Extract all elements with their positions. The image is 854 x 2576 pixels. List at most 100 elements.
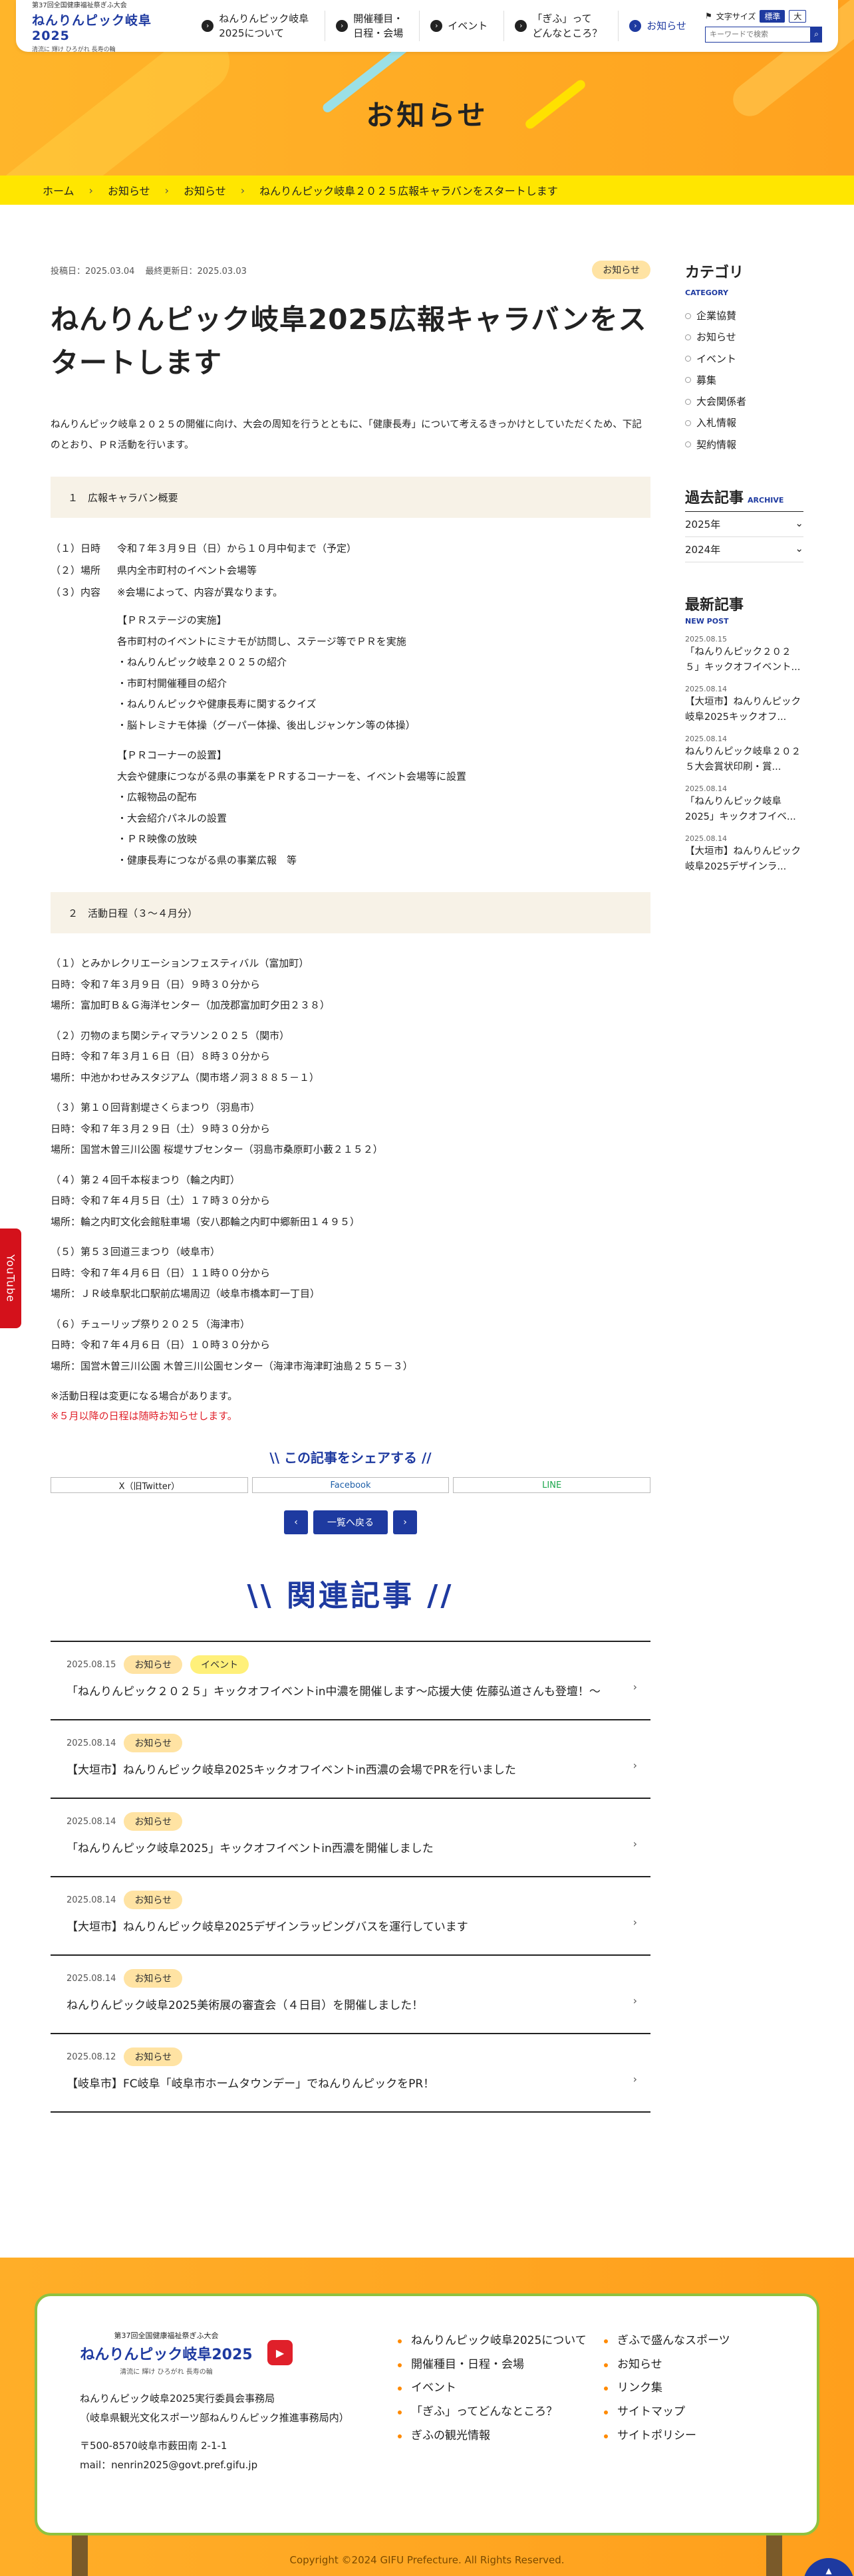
related-item[interactable]: 2025.08.14 お知らせ 【大垣市】ねんりんピック岐阜2025デザインラッピ… [51, 1877, 650, 1956]
youtube-side-tab[interactable]: YouTube [0, 1229, 21, 1328]
chevron-right-icon: › [633, 1916, 637, 1929]
category-badge[interactable]: お知らせ [592, 261, 650, 279]
footer-link[interactable]: サイトポリシー [604, 2424, 777, 2448]
prev-article-button[interactable]: ‹ [284, 1510, 308, 1535]
latest-item[interactable]: 2025.08.14 【大垣市】ねんりんピック岐阜2025キックオフ... [685, 685, 803, 725]
footer-nav-1: ねんりんピック岐阜2025について 開催種目・日程・会場 イベント 「ぎふ」って… [398, 2329, 597, 2533]
related-list: 2025.08.15 お知らせ イベント 「ねんりんピック２０２５」キックオフイベン… [51, 1641, 650, 2113]
category-item[interactable]: 大会関係者 [685, 391, 803, 412]
schedule-item: （５）第５３回道三まつり（岐阜市） 日時：令和７年４月６日（日）１１時００分から場… [51, 1242, 650, 1305]
category-badge: イベント [190, 1655, 249, 1675]
latest-date: 2025.08.14 [685, 734, 727, 743]
nav-label: ねんりんピック岐阜 [219, 12, 309, 25]
related-date: 2025.08.15 [67, 1659, 116, 1670]
category-item[interactable]: イベント [685, 348, 803, 370]
block-line: ・市町村開催種目の紹介 [117, 677, 227, 689]
schedule-name: （５）第５３回道三まつり（岐阜市） [51, 1246, 221, 1258]
chevron-right-icon: › [633, 1837, 637, 1851]
category-item[interactable]: 入札情報 [685, 412, 803, 433]
nav-about[interactable]: › ねんりんピック岐阜 2025について [191, 11, 319, 41]
nav-events-schedule[interactable]: › 開催種目・ 日程・会場 [325, 11, 414, 41]
schedule-name: （４）第２４回千本桜まつり（輪之内町） [51, 1173, 241, 1186]
schedule-date: 日時：令和７年３月２９日（土）９時３０分から [51, 1122, 271, 1135]
footer-link[interactable]: ねんりんピック岐阜2025について [398, 2329, 597, 2353]
nav-gifu[interactable]: › 「ぎふ」って どんなところ？ [503, 11, 613, 41]
font-standard-button[interactable]: 標準 [760, 9, 785, 23]
block-line: 大会や健康につながる県の事業をＰＲするコーナーを、イベント会場等に設置 [117, 770, 467, 782]
flag-icon: ⚑ [705, 11, 712, 21]
breadcrumb-item[interactable]: お知らせ [108, 182, 150, 198]
site-logo[interactable]: 第37回全国健康福祉祭ぎふ大会 ねんりんピック岐阜2025 清流に 輝け ひろが… [32, 2, 165, 53]
share-facebook-label: Facebook [330, 1480, 371, 1490]
latest-item[interactable]: 2025.08.14 「ねんりんピック岐阜2025」キックオフイベ... [685, 784, 803, 825]
next-article-button[interactable]: › [393, 1510, 417, 1535]
youtube-icon[interactable]: ▶ [267, 2340, 293, 2365]
share-x-button[interactable]: X（旧Twitter） [51, 1477, 248, 1494]
header-tools: ⚑ 文字サイズ 標準 大 ⌕ [705, 9, 822, 43]
footer-link[interactable]: 開催種目・日程・会場 [398, 2353, 597, 2377]
related-item[interactable]: 2025.08.14 お知らせ ねんりんピック岐阜2025美術展の審査会（４日目）… [51, 1956, 650, 2035]
schedule-name: （２）刃物のまち関シティマラソン２０２５（関市） [51, 1029, 290, 1042]
category-item[interactable]: 企業協賛 [685, 305, 803, 326]
related-item[interactable]: 2025.08.12 お知らせ 【岐阜市】FC岐阜「岐阜市ホームタウンデー」でねん… [51, 2034, 650, 2113]
share-line-button[interactable]: LINE [453, 1477, 651, 1494]
related-item[interactable]: 2025.08.14 お知らせ 【大垣市】ねんりんピック岐阜2025キックオフイベ… [51, 1720, 650, 1800]
font-large-button[interactable]: 大 [789, 9, 807, 23]
article-title: ねんりんピック岐阜2025広報キャラバンをスタートします [51, 303, 647, 380]
share-facebook-button[interactable]: Facebook [251, 1477, 450, 1494]
latest-title: ねんりんピック岐阜２０２５大会賞状印刷・賞... [685, 746, 801, 772]
footer-link[interactable]: リンク集 [604, 2377, 777, 2400]
nav-label: どんなところ？ [532, 27, 603, 39]
archive-year-toggle[interactable]: 2024年 ⌄ [685, 537, 803, 562]
breadcrumb-separator: › [164, 183, 170, 197]
latest-title: 【大垣市】ねんりんピック岐阜2025キックオフ... [685, 696, 801, 723]
schedule-place: 場所：輪之内町文化会館駐車場（安八郡輪之内町中郷新田１４９５） [51, 1215, 360, 1228]
nav-news[interactable]: › お知らせ [618, 11, 697, 41]
share-buttons: X（旧Twitter） Facebook LINE [51, 1477, 651, 1494]
breadcrumb-item[interactable]: お知らせ [184, 182, 226, 198]
logo-slogan: 清流に 輝け ひろがれ 長寿の輪 [120, 2368, 213, 2376]
archive-year-toggle[interactable]: 2025年 ⌄ [685, 512, 803, 537]
category-label: 募集 [696, 374, 717, 386]
category-badge: お知らせ [124, 1655, 183, 1675]
nav-event[interactable]: › イベント [419, 11, 498, 41]
search-input[interactable] [705, 26, 811, 43]
footer-link[interactable]: お知らせ [604, 2353, 777, 2377]
schedule-name: （３）第１０回背割堤さくらまつり（羽島市） [51, 1102, 261, 1114]
footer-link[interactable]: ぎふで盛んなスポーツ [604, 2329, 777, 2353]
overview-row: （３）内容 ※会場によって、内容が異なります。 [51, 582, 650, 604]
footer-card: 第37回全国健康福祉祭ぎふ大会 ねんりんピック岐阜2025 清流に 輝け ひろが… [35, 2293, 819, 2535]
footer-link[interactable]: 「ぎふ」ってどんなところ？ [398, 2400, 597, 2424]
latest-item[interactable]: 2025.08.14 【大垣市】ねんりんピック岐阜2025デザインラ... [685, 834, 803, 875]
footer-link[interactable]: イベント [398, 2377, 597, 2400]
chevron-right-icon: › [633, 1681, 637, 1694]
related-title: ねんりんピック岐阜2025美術展の審査会（４日目）を開催しました！ [67, 1999, 424, 2013]
arrow-icon: › [336, 20, 349, 32]
breadcrumb-home[interactable]: ホーム [43, 182, 74, 198]
related-date: 2025.08.14 [67, 1816, 116, 1827]
org-dept: （岐阜県観光文化スポーツ部ねんりんピック推進事務局内） [80, 2411, 349, 2424]
logo-subtitle: 第37回全国健康福祉祭ぎふ大会 [114, 2331, 219, 2340]
archive-list: 2025年 ⌄ 2024年 ⌄ [685, 511, 803, 562]
category-item[interactable]: お知らせ [685, 326, 803, 348]
footer-link[interactable]: サイトマップ [604, 2400, 777, 2424]
related-item[interactable]: 2025.08.15 お知らせ イベント 「ねんりんピック２０２５」キックオフイベン… [51, 1642, 650, 1721]
site-footer: 第37回全国健康福祉祭ぎふ大会 ねんりんピック岐阜2025 清流に 輝け ひろが… [0, 2258, 854, 2576]
back-to-list-button[interactable]: 一覧へ戻る [313, 1510, 388, 1535]
share-line-label: LINE [542, 1480, 562, 1490]
latest-item[interactable]: 2025.08.15 「ねんりんピック２０２５」キックオフイベント... [685, 635, 803, 675]
footer-link[interactable]: ぎふの観光情報 [398, 2424, 597, 2448]
posted-date: 投稿日：2025.03.04 [51, 266, 135, 277]
footer-logo[interactable]: 第37回全国健康福祉祭ぎふ大会 ねんりんピック岐阜2025 清流に 輝け ひろが… [80, 2329, 253, 2376]
logo-title: ねんりんピック岐阜2025 [80, 2346, 253, 2363]
related-item[interactable]: 2025.08.14 お知らせ 「ねんりんピック岐阜2025」キックオフイベントi… [51, 1799, 650, 1878]
category-item[interactable]: 契約情報 [685, 434, 803, 455]
block-line: 【ＰＲステージの実施】 [117, 614, 227, 627]
latest-title: 【大垣市】ねんりんピック岐阜2025デザインラ... [685, 846, 801, 872]
search-icon[interactable]: ⌕ [811, 26, 822, 43]
row-value: 県内全市町村のイベント会場等 [117, 564, 257, 577]
section-heading: １ 広報キャラバン概要 [51, 477, 650, 519]
youtube-tab-label: YouTube [4, 1254, 17, 1303]
category-item[interactable]: 募集 [685, 370, 803, 391]
latest-item[interactable]: 2025.08.14 ねんりんピック岐阜２０２５大会賞状印刷・賞... [685, 735, 803, 775]
